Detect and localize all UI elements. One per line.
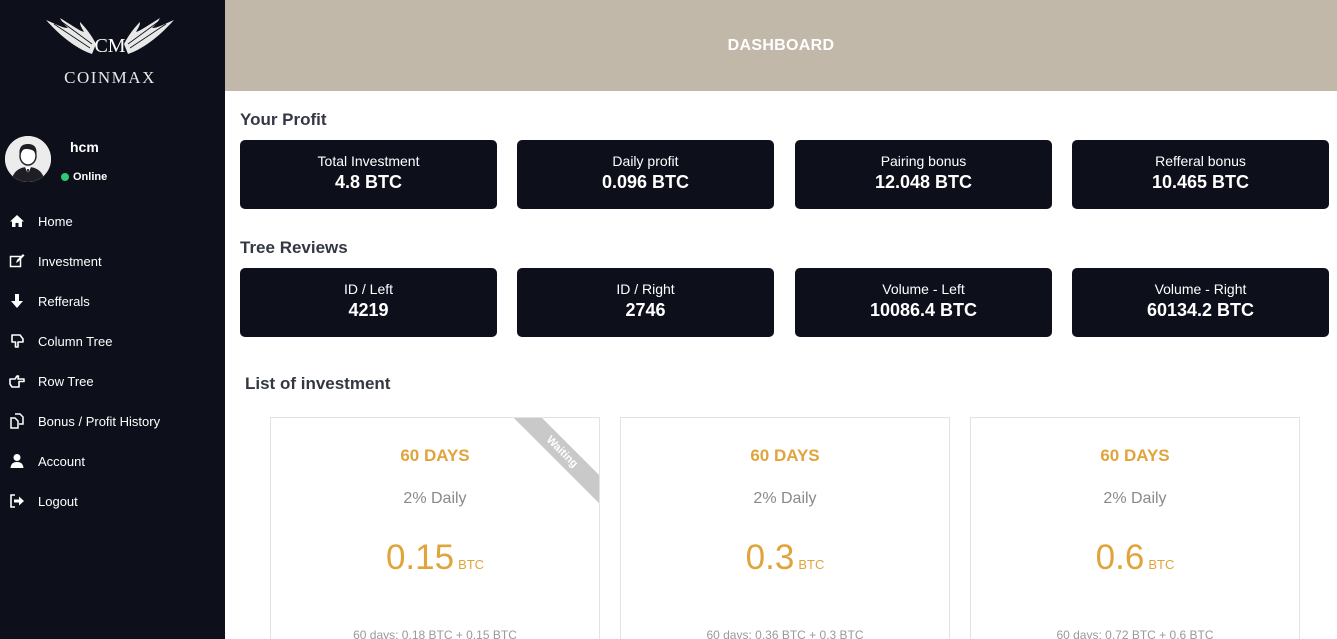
plan-unit: BTC [458, 557, 485, 572]
edit-icon [8, 253, 26, 269]
stat-label: Refferal bonus [1155, 153, 1246, 169]
stat-label: ID / Left [343, 281, 394, 297]
user-name: hcm [70, 139, 99, 155]
stat-card-daily-profit: Daily profit 0.096 BTC [517, 140, 774, 209]
hand-right-icon [8, 373, 26, 389]
user-panel: hcm Online [5, 136, 215, 186]
nav-label: Home [38, 213, 73, 229]
investment-plan-card[interactable]: 60 DAYS 2% Daily 0.3 BTC 60 days: 0.36 BT… [620, 417, 950, 639]
nav-item-refferals[interactable]: Refferals [0, 281, 225, 321]
investment-plan-card[interactable]: 60 DAYS 2% Daily 0.6 BTC 60 days: 0.72 BT… [970, 417, 1300, 639]
nav-item-bonus-profit-history[interactable]: Bonus / Profit History [0, 401, 225, 441]
stat-value: 12.048 BTC [874, 172, 973, 192]
stat-card-volume-right: Volume - Right 60134.2 BTC [1072, 268, 1329, 337]
user-icon [8, 453, 26, 469]
stat-value: 4219 [348, 300, 389, 320]
page-header: DASHBOARD [225, 0, 1337, 91]
nav-label: Row Tree [38, 373, 94, 389]
stat-value: 0.096 BTC [601, 172, 690, 192]
investment-plan-card[interactable]: Waiting 60 DAYS 2% Daily 0.15 BTC 60 days… [270, 417, 600, 639]
plan-price: 0.3 BTC [621, 538, 949, 578]
stat-card-id-right: ID / Right 2746 [517, 268, 774, 337]
nav-item-investment[interactable]: Investment [0, 241, 225, 281]
stat-label: Volume - Left [882, 281, 965, 297]
plan-rate: 2% Daily [1103, 490, 1167, 507]
nav-item-home[interactable]: Home [0, 201, 225, 241]
nav-label: Bonus / Profit History [38, 413, 161, 429]
stat-card-pairing-bonus: Pairing bonus 12.048 BTC [795, 140, 1052, 209]
stat-label: ID / Right [616, 281, 675, 297]
nav-item-row-tree[interactable]: Row Tree [0, 361, 225, 401]
page-title: DASHBOARD [727, 36, 835, 54]
nav-label: Account [38, 453, 85, 469]
avatar[interactable] [5, 136, 51, 182]
svg-text:CM: CM [94, 35, 125, 57]
stat-value: 4.8 BTC [334, 172, 403, 192]
plan-rate: 2% Daily [403, 490, 467, 507]
arrow-down-icon [8, 293, 26, 309]
section-title-profit: Your Profit [240, 110, 327, 129]
stat-card-refferal-bonus: Refferal bonus 10.465 BTC [1072, 140, 1329, 209]
online-status: Online [61, 171, 107, 183]
stat-label: Total Investment [317, 153, 420, 169]
section-title-investments: List of investment [245, 374, 391, 393]
stat-value: 2746 [625, 300, 666, 320]
plan-price: 0.15 BTC [271, 538, 599, 578]
stat-label: Pairing bonus [880, 153, 967, 169]
nav-label: Logout [38, 493, 78, 509]
stat-label: Daily profit [612, 153, 679, 169]
status-dot-icon [61, 173, 69, 181]
nav-item-logout[interactable]: Logout [0, 481, 225, 521]
section-title-tree: Tree Reviews [240, 238, 348, 257]
plan-amount: 0.15 [385, 538, 455, 577]
hand-down-icon [8, 333, 26, 349]
stat-label: Volume - Right [1154, 281, 1247, 297]
plan-days: 60 DAYS [750, 446, 820, 465]
stat-value: 10086.4 BTC [869, 300, 978, 320]
coinmax-logo[interactable]: CM COINMAX [40, 14, 180, 90]
nav-item-column-tree[interactable]: Column Tree [0, 321, 225, 361]
plan-days: 60 DAYS [400, 446, 470, 465]
copy-icon [8, 413, 26, 429]
stat-value: 60134.2 BTC [1146, 300, 1255, 320]
nav-label: Refferals [38, 293, 90, 309]
stat-value: 10.465 BTC [1151, 172, 1250, 192]
nav-label: Investment [38, 253, 102, 269]
wings-icon: CM [46, 18, 174, 57]
sign-out-icon [8, 493, 26, 509]
plan-price: 0.6 BTC [971, 538, 1299, 578]
stat-card-id-left: ID / Left 4219 [240, 268, 497, 337]
home-icon [8, 213, 26, 229]
plan-days: 60 DAYS [1100, 446, 1170, 465]
plan-amount: 0.6 [1095, 538, 1145, 577]
nav-item-account[interactable]: Account [0, 441, 225, 481]
brand-name: COINMAX [64, 68, 156, 87]
plan-unit: BTC [1148, 557, 1175, 572]
stat-card-volume-left: Volume - Left 10086.4 BTC [795, 268, 1052, 337]
status-ribbon: Waiting [489, 418, 599, 528]
nav-label: Column Tree [38, 333, 113, 349]
plan-unit: BTC [798, 557, 825, 572]
status-text: Online [73, 171, 108, 183]
sidebar: CM COINMAX hcm Online Home Investment Re… [0, 0, 225, 639]
user-avatar-icon [5, 136, 51, 182]
plan-amount: 0.3 [745, 538, 795, 577]
plan-note: 60 days: 0.18 BTC + 0.15 BTC [353, 628, 517, 639]
plan-note: 60 days: 0.72 BTC + 0.6 BTC [1056, 628, 1214, 639]
sidebar-nav: Home Investment Refferals Column Tree Ro… [0, 201, 225, 521]
stat-card-total-investment: Total Investment 4.8 BTC [240, 140, 497, 209]
plan-rate: 2% Daily [753, 490, 817, 507]
plan-note: 60 days: 0.36 BTC + 0.3 BTC [706, 628, 864, 639]
